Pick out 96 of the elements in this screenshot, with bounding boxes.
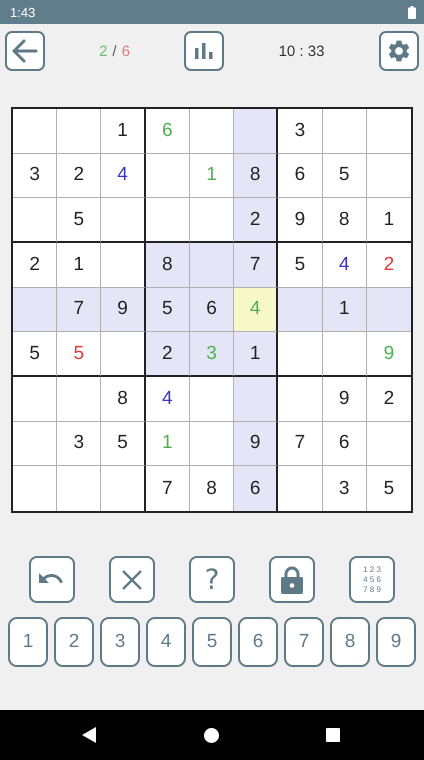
board-cell[interactable]: 4 bbox=[101, 154, 146, 198]
back-arrow-icon bbox=[12, 39, 38, 63]
board-cell[interactable]: 6 bbox=[234, 466, 278, 511]
number-key[interactable]: 1 bbox=[8, 617, 48, 667]
back-button[interactable] bbox=[5, 31, 45, 71]
score-separator: / bbox=[112, 42, 117, 60]
board-cell[interactable] bbox=[13, 377, 58, 422]
board-cell[interactable] bbox=[146, 154, 190, 198]
board-cell[interactable] bbox=[366, 288, 411, 332]
board-cell[interactable] bbox=[366, 422, 411, 466]
board-cell[interactable]: 2 bbox=[57, 154, 102, 198]
board-cell[interactable]: 6 bbox=[278, 154, 323, 198]
bar-chart-icon bbox=[195, 43, 213, 59]
undo-button[interactable] bbox=[29, 556, 75, 603]
board-cell[interactable] bbox=[190, 422, 234, 466]
board-cell[interactable] bbox=[146, 198, 190, 243]
board-cell[interactable] bbox=[57, 109, 102, 154]
mistake-count: 6 bbox=[122, 42, 130, 60]
board-cell[interactable] bbox=[366, 154, 411, 198]
number-key[interactable]: 8 bbox=[330, 617, 370, 667]
board-cell[interactable] bbox=[13, 109, 58, 154]
board-cell[interactable] bbox=[190, 243, 234, 288]
erase-button[interactable] bbox=[109, 556, 155, 603]
number-key[interactable]: 7 bbox=[284, 617, 324, 667]
notes-button[interactable]: 1 2 3 4 5 6 7 8 9 bbox=[349, 556, 395, 603]
number-key[interactable]: 5 bbox=[192, 617, 232, 667]
number-key[interactable]: 2 bbox=[54, 617, 94, 667]
number-key[interactable]: 9 bbox=[376, 617, 416, 667]
board-cell[interactable]: 7 bbox=[234, 243, 278, 288]
board-cell[interactable]: 1 bbox=[322, 288, 367, 332]
board-cell[interactable]: 4 bbox=[322, 243, 367, 288]
board-cell[interactable]: 9 bbox=[234, 422, 278, 466]
correct-count: 2 bbox=[99, 42, 108, 60]
board-cell[interactable] bbox=[13, 198, 58, 243]
number-key[interactable]: 6 bbox=[238, 617, 278, 667]
board-cell[interactable]: 5 bbox=[146, 288, 190, 332]
back-icon[interactable] bbox=[82, 727, 96, 743]
board-cell[interactable] bbox=[190, 198, 234, 243]
board-cell[interactable] bbox=[278, 377, 323, 422]
board-cell[interactable]: 5 bbox=[13, 332, 58, 377]
settings-icon bbox=[386, 38, 412, 64]
board-cell[interactable] bbox=[101, 243, 146, 288]
board-cell[interactable] bbox=[190, 109, 234, 154]
board-cell[interactable] bbox=[101, 332, 146, 377]
board-cell[interactable]: 9 bbox=[322, 377, 367, 422]
board-cell[interactable]: 6 bbox=[322, 422, 367, 466]
home-icon[interactable] bbox=[204, 728, 218, 742]
board-cell[interactable]: 8 bbox=[322, 198, 367, 243]
board-cell[interactable]: 3 bbox=[322, 466, 367, 511]
board-cell[interactable]: 9 bbox=[101, 288, 146, 332]
board-cell[interactable]: 4 bbox=[146, 377, 190, 422]
notes-digits: 1 2 3 4 5 6 7 8 9 bbox=[363, 564, 381, 594]
game-timer: 10 : 33 bbox=[278, 42, 326, 60]
board-cell[interactable] bbox=[13, 288, 58, 332]
board-cell[interactable] bbox=[234, 377, 278, 422]
board-cell[interactable]: 5 bbox=[322, 154, 367, 198]
hint-button[interactable]: ? bbox=[189, 556, 235, 603]
board-cell[interactable]: 6 bbox=[190, 288, 234, 332]
board-cell[interactable]: 5 bbox=[278, 243, 323, 288]
board-cell[interactable]: 5 bbox=[101, 422, 146, 466]
board-cell[interactable]: 7 bbox=[146, 466, 190, 511]
board-cell[interactable] bbox=[190, 377, 234, 422]
board-cell[interactable]: 3 bbox=[57, 422, 102, 466]
battery-icon bbox=[408, 6, 416, 18]
board-cell[interactable]: 8 bbox=[234, 154, 278, 198]
board-cell[interactable]: 7 bbox=[57, 288, 102, 332]
board-cell[interactable]: 1 bbox=[101, 109, 146, 154]
settings-button[interactable] bbox=[379, 31, 419, 71]
board-cell[interactable]: 2 bbox=[13, 243, 58, 288]
board-cell[interactable]: 8 bbox=[146, 243, 190, 288]
number-key[interactable]: 3 bbox=[100, 617, 140, 667]
statistics-button[interactable] bbox=[184, 31, 224, 71]
board-cell[interactable]: 1 bbox=[234, 332, 278, 377]
board-cell[interactable]: 2 bbox=[234, 198, 278, 243]
board-cell[interactable]: 3 bbox=[13, 154, 58, 198]
board-cell[interactable] bbox=[278, 332, 323, 377]
board-cell[interactable] bbox=[101, 198, 146, 243]
board-cell[interactable]: 9 bbox=[278, 198, 323, 243]
board-cell[interactable]: 1 bbox=[57, 243, 102, 288]
board-cell[interactable] bbox=[13, 422, 58, 466]
board-cell[interactable]: 5 bbox=[57, 198, 102, 243]
lock-button[interactable] bbox=[269, 556, 315, 603]
number-key[interactable]: 4 bbox=[146, 617, 186, 667]
board-cell[interactable] bbox=[322, 109, 367, 154]
status-time: 1:43 bbox=[10, 4, 36, 20]
board-cell[interactable] bbox=[57, 377, 102, 422]
board-cell[interactable] bbox=[278, 288, 323, 332]
board-cell[interactable]: 7 bbox=[278, 422, 323, 466]
board-cell[interactable]: 3 bbox=[278, 109, 323, 154]
board-cell[interactable]: 2 bbox=[146, 332, 190, 377]
board-cell[interactable]: 5 bbox=[57, 332, 102, 377]
board-cell[interactable]: 8 bbox=[101, 377, 146, 422]
board-cell[interactable] bbox=[234, 109, 278, 154]
board-cell[interactable] bbox=[322, 332, 367, 377]
close-icon bbox=[122, 570, 142, 590]
padlock-icon bbox=[281, 566, 303, 594]
